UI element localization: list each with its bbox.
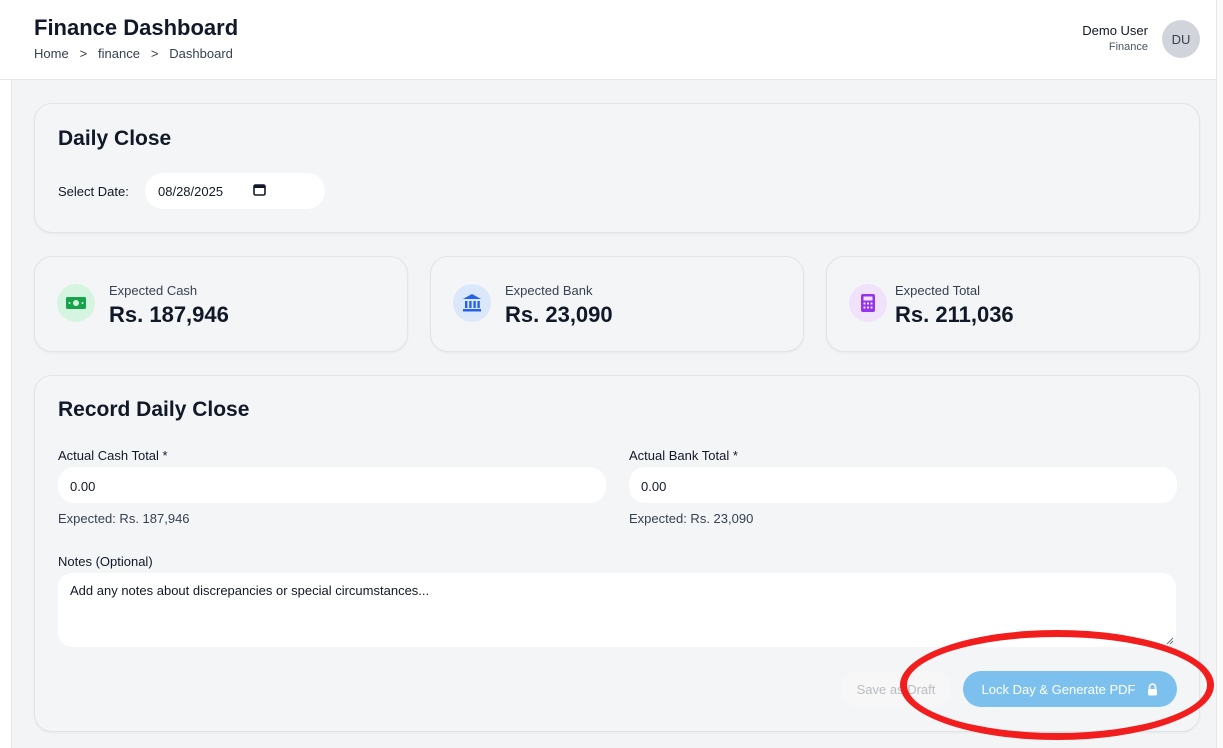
breadcrumb: Home > finance > Dashboard bbox=[34, 46, 233, 61]
stat-label: Expected Bank bbox=[505, 283, 593, 298]
daily-close-title: Daily Close bbox=[58, 127, 172, 150]
stat-label: Expected Cash bbox=[109, 283, 198, 298]
breadcrumb-separator: > bbox=[79, 46, 88, 61]
user-info[interactable]: Demo User Finance bbox=[1082, 23, 1148, 53]
select-date-label: Select Date: bbox=[58, 184, 129, 199]
lock-day-generate-pdf-button[interactable]: Lock Day & Generate PDF bbox=[963, 671, 1177, 707]
resize-grip-icon[interactable] bbox=[1166, 637, 1174, 645]
breadcrumb-separator: > bbox=[150, 46, 159, 61]
stat-label: Expected Total bbox=[895, 283, 981, 298]
calculator-icon bbox=[861, 294, 875, 312]
notes-textarea[interactable]: Add any notes about discrepancies or spe… bbox=[58, 573, 1176, 647]
bank-icon bbox=[463, 294, 481, 312]
cash-icon bbox=[66, 297, 86, 309]
scrollbar[interactable] bbox=[1216, 0, 1223, 748]
page-title: Finance Dashboard bbox=[34, 15, 239, 40]
bank-icon-wrap bbox=[453, 284, 491, 322]
lock-button-label: Lock Day & Generate PDF bbox=[981, 681, 1136, 697]
stat-card-bank: Expected Bank Rs. 23,090 bbox=[430, 256, 804, 352]
bank-total-input[interactable]: 0.00 bbox=[629, 467, 1177, 503]
calendar-icon[interactable] bbox=[253, 183, 266, 196]
stat-value: Rs. 187,946 bbox=[109, 302, 229, 327]
stat-value: Rs. 23,090 bbox=[505, 302, 613, 327]
breadcrumb-finance[interactable]: finance bbox=[98, 46, 140, 61]
avatar[interactable]: DU bbox=[1162, 20, 1200, 58]
top-header: Finance Dashboard Home > finance > Dashb… bbox=[0, 0, 1223, 80]
date-input[interactable]: 08/28/2025 bbox=[145, 173, 325, 209]
date-value: 08/28/2025 bbox=[158, 184, 224, 199]
lock-icon bbox=[1148, 682, 1158, 695]
cash-expected-hint: Expected: Rs. 187,946 bbox=[58, 511, 190, 526]
daily-close-card: Daily Close Select Date: 08/28/2025 bbox=[34, 103, 1200, 233]
user-name: Demo User bbox=[1082, 23, 1148, 38]
cash-total-input[interactable]: 0.00 bbox=[58, 467, 606, 503]
stat-card-cash: Expected Cash Rs. 187,946 bbox=[34, 256, 408, 352]
notes-label: Notes (Optional) bbox=[58, 554, 153, 569]
stat-value: Rs. 211,036 bbox=[895, 302, 1014, 327]
user-role: Finance bbox=[1108, 41, 1148, 53]
breadcrumb-home[interactable]: Home bbox=[34, 46, 69, 61]
cash-total-label: Actual Cash Total * bbox=[58, 448, 168, 463]
sidebar-edge bbox=[0, 80, 12, 748]
record-title: Record Daily Close bbox=[58, 398, 250, 421]
notes-placeholder: Add any notes about discrepancies or spe… bbox=[70, 583, 430, 598]
breadcrumb-separator bbox=[72, 46, 76, 61]
calculator-icon-wrap bbox=[849, 284, 887, 322]
save-draft-button[interactable]: Save as Draft bbox=[841, 671, 951, 707]
stat-card-total: Expected Total Rs. 211,036 bbox=[826, 256, 1200, 352]
breadcrumb-dashboard: Dashboard bbox=[169, 46, 233, 61]
bank-total-label: Actual Bank Total * bbox=[629, 448, 738, 463]
cash-icon-wrap bbox=[57, 284, 95, 322]
bank-expected-hint: Expected: Rs. 23,090 bbox=[629, 511, 754, 526]
record-daily-close-card: Record Daily Close Actual Cash Total * 0… bbox=[34, 375, 1200, 732]
